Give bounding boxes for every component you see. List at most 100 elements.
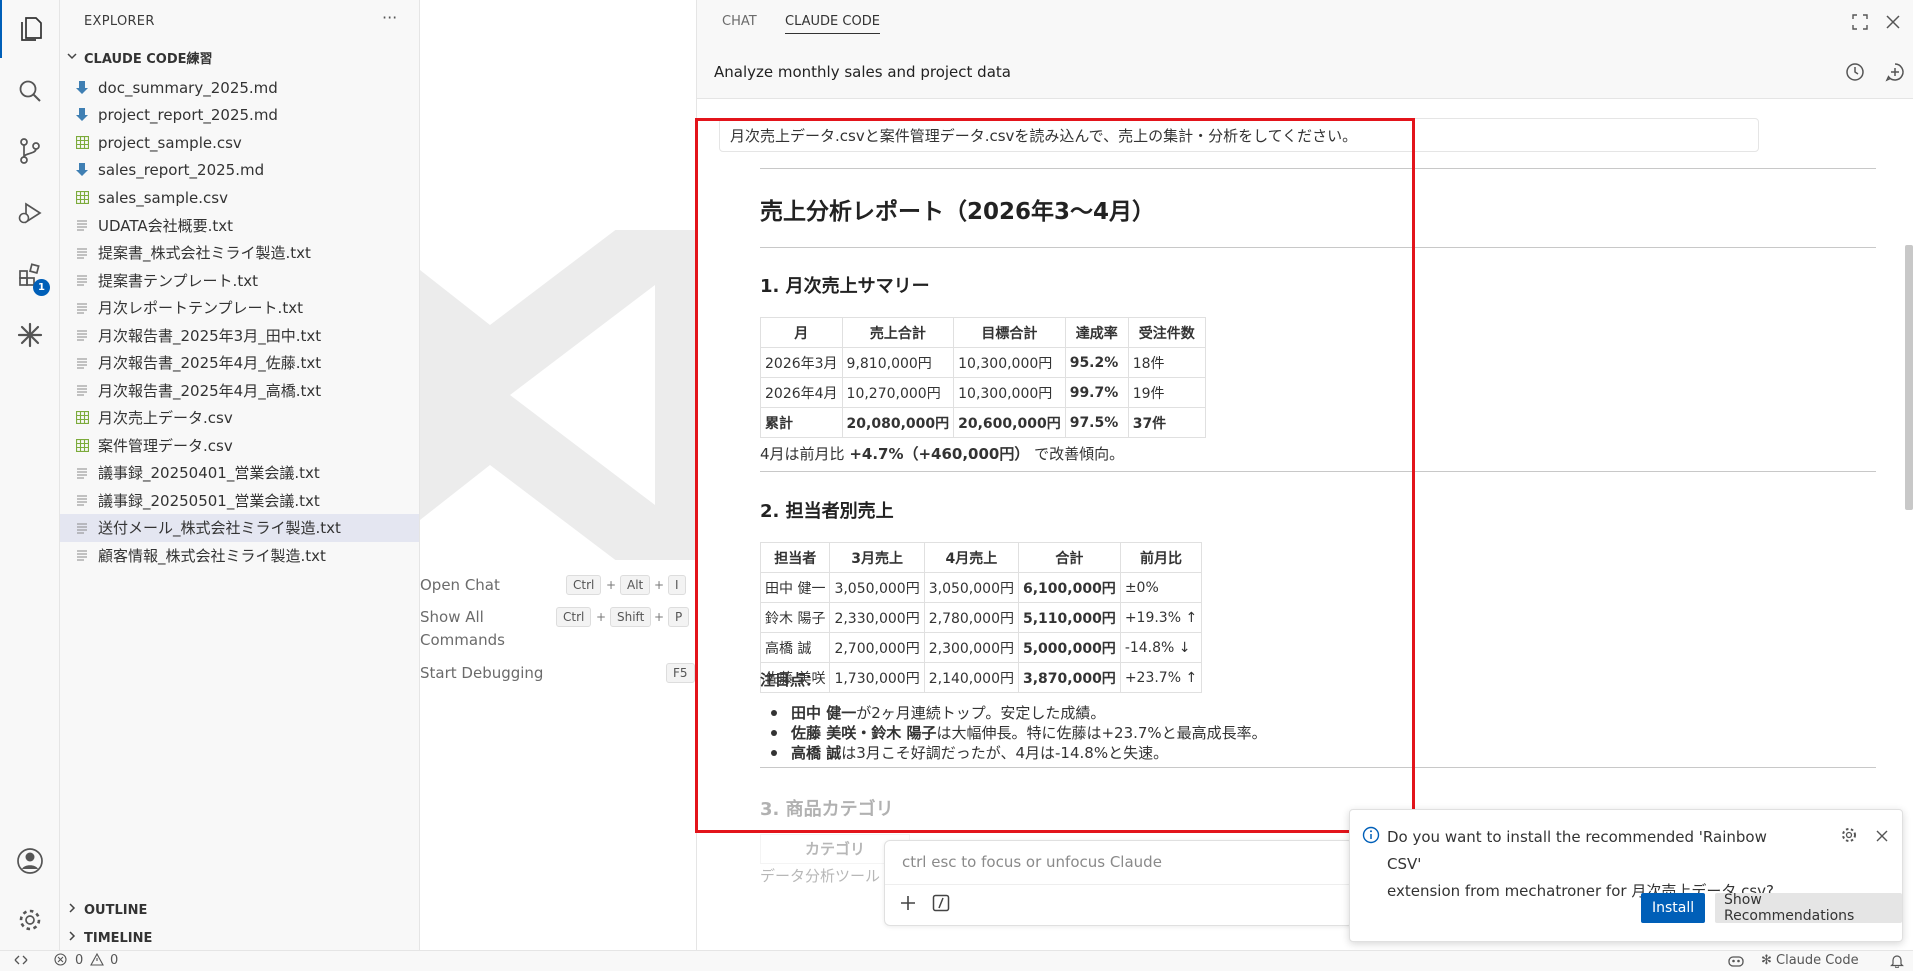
show-recommendations-button[interactable]: Show Recommendations [1715, 892, 1902, 924]
table-cell: 37件 [1127, 407, 1206, 438]
file-item[interactable]: 顧客情報_株式会社ミライ製造.txt [60, 542, 419, 570]
extensions-icon[interactable]: 1 [0, 246, 60, 304]
copilot-icon[interactable] [1727, 953, 1745, 971]
prompt-input[interactable]: ctrl esc to focus or unfocus Claude [884, 840, 1354, 926]
file-item[interactable]: UDATA会社概要.txt [60, 212, 419, 240]
text-file-icon [74, 520, 90, 536]
explorer-sidebar: EXPLORER ··· CLAUDE CODE練習 doc_summary_2… [60, 0, 420, 950]
maximize-icon[interactable] [1852, 14, 1868, 34]
file-item[interactable]: 議事録_20250501_営業会議.txt [60, 487, 419, 515]
more-actions-icon[interactable]: ··· [382, 8, 397, 27]
text-file-icon [74, 272, 90, 288]
history-icon[interactable] [1845, 62, 1865, 86]
file-item[interactable]: 月次報告書_2025年4月_高橋.txt [60, 377, 419, 405]
section-1-title: 1. 月次売上サマリー [760, 276, 930, 297]
table-header: 受注件数 [1127, 317, 1206, 348]
install-button[interactable]: Install [1641, 893, 1706, 923]
tab-chat[interactable]: CHAT [722, 14, 757, 29]
file-item[interactable]: 提案書_株式会社ミライ製造.txt [60, 239, 419, 267]
section-3-title: 3. 商品カテゴリ [760, 799, 894, 820]
key-p: P [668, 607, 690, 627]
error-count[interactable]: 0 [75, 953, 83, 968]
extension-recommendation-toast: Do you want to install the recommended '… [1349, 809, 1903, 942]
file-item[interactable]: sales_sample.csv [60, 184, 419, 212]
file-item[interactable]: 月次売上データ.csv [60, 404, 419, 432]
settings-gear-icon[interactable] [1840, 826, 1858, 848]
table-cell: 99.7% [1064, 377, 1129, 408]
notifications-bell-icon[interactable] [1890, 953, 1904, 971]
divider [760, 168, 1876, 169]
remote-icon[interactable] [14, 953, 28, 971]
table-cell: 3,050,000円 [923, 572, 1019, 603]
file-item[interactable]: 案件管理データ.csv [60, 432, 419, 460]
text-file-icon [74, 492, 90, 508]
tab-claude-code[interactable]: CLAUDE CODE [785, 14, 880, 34]
divider [760, 767, 1876, 768]
new-chat-icon[interactable] [1885, 62, 1905, 86]
status-bar: 0 0 ✻ Claude Code [0, 950, 1913, 971]
table-header: 合計 [1017, 542, 1121, 573]
table-header: 4月売上 [923, 542, 1019, 573]
file-item[interactable]: 議事録_20250401_営業会議.txt [60, 459, 419, 487]
file-name: sales_sample.csv [98, 188, 228, 207]
slash-command-icon[interactable] [932, 894, 950, 916]
warning-count[interactable]: 0 [110, 953, 118, 968]
warning-icon[interactable] [90, 952, 104, 970]
table-cell: ±0% [1119, 572, 1203, 603]
prompt-placeholder: ctrl esc to focus or unfocus Claude [902, 853, 1162, 871]
show-all-label: Show All [420, 608, 484, 626]
table-cell: -14.8% ↓ [1119, 632, 1203, 663]
file-item[interactable]: project_sample.csv [60, 129, 419, 157]
file-item[interactable]: 月次レポートテンプレート.txt [60, 294, 419, 322]
file-item[interactable]: 月次報告書_2025年4月_佐藤.txt [60, 349, 419, 377]
run-debug-icon[interactable] [0, 184, 60, 242]
settings-gear-icon[interactable] [0, 891, 60, 949]
bullet-text: は3月こそ好調だったが、4月は-14.8%と失速。 [841, 744, 1169, 762]
file-item[interactable]: 月次報告書_2025年3月_田中.txt [60, 322, 419, 350]
claude-icon[interactable] [0, 306, 60, 364]
table-row: 田中 健一 3,050,000円 3,050,000円 6,100,000円 ±0% [759, 572, 1203, 603]
table-cell: 3,870,000円 [1017, 662, 1121, 693]
table-row: 累計 20,080,000円 20,600,000円 97.5% 37件 [760, 407, 1206, 438]
table-cell: 2,330,000円 [829, 602, 925, 633]
close-icon[interactable] [1885, 14, 1901, 34]
info-icon [1362, 826, 1380, 848]
file-name: project_report_2025.md [98, 106, 278, 125]
table-cell: 2,300,000円 [923, 632, 1019, 663]
table-cell: +19.3% ↑ [1119, 602, 1203, 633]
plus-sign: + [596, 610, 607, 624]
markdown-file-icon [74, 162, 90, 178]
explorer-icon[interactable] [0, 0, 60, 58]
csv-file-icon [74, 410, 90, 426]
workspace-folder[interactable]: CLAUDE CODE練習 [66, 48, 213, 67]
search-icon[interactable] [0, 62, 60, 120]
text-file-icon [74, 327, 90, 343]
table-cell: 19件 [1127, 377, 1206, 408]
close-icon[interactable] [1875, 828, 1889, 847]
file-item[interactable]: project_report_2025.md [60, 102, 419, 130]
file-name: 議事録_20250501_営業会議.txt [98, 491, 320, 510]
claude-code-status[interactable]: ✻ Claude Code [1761, 953, 1859, 968]
file-name: 月次売上データ.csv [98, 409, 233, 428]
file-item[interactable]: 送付メール_株式会社ミライ製造.txt [60, 514, 419, 542]
bullet-bold: 高橋 誠 [791, 744, 842, 762]
table-cell: 5,110,000円 [1017, 602, 1121, 633]
error-icon[interactable] [54, 953, 67, 970]
source-control-icon[interactable] [0, 122, 60, 180]
add-icon[interactable] [899, 894, 917, 916]
file-name: 月次報告書_2025年4月_高橋.txt [98, 381, 322, 400]
account-icon[interactable] [0, 832, 60, 890]
table-cell: 10,300,000円 [953, 347, 1066, 378]
file-item[interactable]: 提案書テンプレート.txt [60, 267, 419, 295]
scrollbar[interactable] [1905, 245, 1913, 510]
file-name: UDATA会社概要.txt [98, 216, 234, 235]
key-f5: F5 [666, 663, 695, 683]
file-item[interactable]: doc_summary_2025.md [60, 74, 419, 102]
outline-section[interactable]: OUTLINE [66, 902, 147, 918]
timeline-section[interactable]: TIMELINE [66, 930, 152, 946]
table-header: 達成率 [1064, 317, 1129, 348]
text-file-icon [74, 300, 90, 316]
session-title: Analyze monthly sales and project data [714, 63, 1011, 81]
file-item[interactable]: sales_report_2025.md [60, 157, 419, 185]
folder-name: CLAUDE CODE練習 [84, 52, 213, 67]
